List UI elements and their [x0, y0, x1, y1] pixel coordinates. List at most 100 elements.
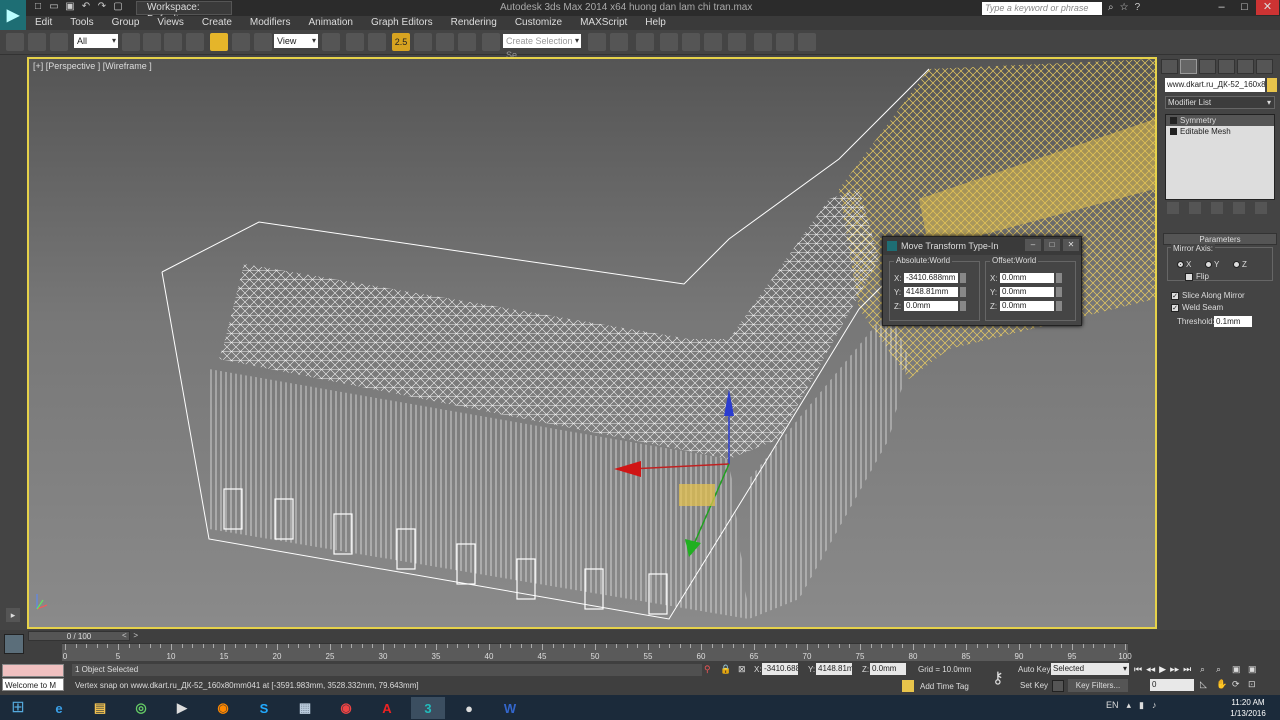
object-color-swatch[interactable] [1267, 78, 1277, 92]
display-tab-icon[interactable] [1237, 59, 1254, 74]
dialog-title-bar[interactable]: Move Transform Type-In – □ ✕ [883, 237, 1081, 255]
maxscript-listener-input[interactable] [2, 664, 64, 677]
stack-item-symmetry[interactable]: Symmetry [1166, 115, 1274, 126]
star-icon[interactable]: ☆ [1120, 2, 1129, 13]
rendered-frame-icon[interactable] [776, 33, 794, 51]
minimize-button[interactable]: – [1210, 0, 1233, 15]
key-icon[interactable]: ⚷ [992, 668, 1004, 688]
add-time-tag-button[interactable]: Add Time Tag [920, 682, 969, 691]
workspace-dropdown[interactable]: Workspace: Default [136, 1, 232, 25]
menu-rendering[interactable]: Rendering [442, 16, 506, 30]
pivot-center-icon[interactable] [322, 33, 340, 51]
remove-modifier-icon[interactable] [1233, 202, 1245, 214]
time-slider-arrows[interactable]: < > [122, 631, 138, 640]
offset-x-input[interactable]: 0.0mm [1000, 273, 1054, 283]
undo-icon[interactable]: ↶ [80, 1, 92, 13]
expand-icon[interactable]: ▸ [6, 608, 20, 622]
taskbar-ie-icon[interactable]: e [42, 697, 76, 719]
time-tag-icon[interactable] [902, 680, 914, 692]
keyboard-shortcut-icon[interactable] [368, 33, 386, 51]
configure-sets-icon[interactable] [1255, 202, 1267, 214]
track-bar[interactable]: 0 5 10 15 20 25 30 35 40 45 50 55 60 65 70 75 80 85 90 95 10… [62, 643, 1132, 661]
y-coordinate-field[interactable]: 4148.81mm [816, 663, 852, 675]
mirror-icon[interactable] [588, 33, 606, 51]
menu-edit[interactable]: Edit [26, 16, 61, 30]
offset-z-input[interactable]: 0.0mm [1000, 301, 1054, 311]
stack-item-editable-mesh[interactable]: Editable Mesh [1166, 126, 1274, 137]
absolute-y-input[interactable]: 4148.81mm [904, 287, 958, 297]
play-icon[interactable]: ▶ [1159, 664, 1166, 675]
taskbar-3dsmax-icon[interactable]: 3 [411, 697, 445, 719]
spinner-icon[interactable] [1056, 287, 1062, 297]
axis-z-radio[interactable]: Z [1233, 260, 1247, 269]
link-icon[interactable] [6, 33, 24, 51]
menu-create[interactable]: Create [193, 16, 241, 30]
rotate-icon[interactable] [232, 33, 250, 51]
taskbar-skype-icon[interactable]: S [247, 697, 281, 719]
taskbar-chrome-icon[interactable]: ◉ [329, 697, 363, 719]
weld-seam-checkbox[interactable]: ✓ Weld Seam [1171, 303, 1223, 312]
previous-frame-icon[interactable]: ◂◂ [1146, 664, 1155, 675]
slice-along-mirror-checkbox[interactable]: ✓ Slice Along Mirror [1171, 291, 1245, 300]
spinner-icon[interactable] [1056, 301, 1062, 311]
pan-icon[interactable]: ✋ [1216, 679, 1232, 690]
orbit-icon[interactable]: ⟳ [1232, 679, 1248, 690]
taskbar-utility-icon[interactable]: ◎ [124, 697, 158, 719]
ref-coord-dropdown[interactable]: View [274, 34, 318, 48]
menu-views[interactable]: Views [148, 16, 193, 30]
menu-group[interactable]: Group [103, 16, 149, 30]
language-indicator[interactable]: EN [1106, 700, 1119, 711]
select-object-icon[interactable] [122, 33, 140, 51]
z-coordinate-field[interactable]: 0.0mm [870, 663, 906, 675]
zoom-all-icon[interactable]: ⌕ [1216, 664, 1232, 675]
set-key-button[interactable]: Set Key [1020, 681, 1048, 690]
absolute-x-input[interactable]: -3410.688mm [904, 273, 958, 283]
binoculars-icon[interactable]: ⌕ [1108, 2, 1114, 13]
spinner-icon[interactable] [1056, 273, 1062, 283]
current-frame-field[interactable]: 0 [1150, 679, 1194, 691]
viewport-label[interactable]: [+] [Perspective ] [Wireframe ] [33, 61, 152, 71]
mini-listener-icon[interactable] [4, 634, 24, 654]
close-button[interactable]: ✕ [1256, 0, 1279, 15]
menu-graph-editors[interactable]: Graph Editors [362, 16, 442, 30]
redo-icon[interactable]: ↷ [96, 1, 108, 13]
spinner-icon[interactable] [960, 273, 966, 283]
menu-help[interactable]: Help [636, 16, 675, 30]
x-coordinate-field[interactable]: -3410.688 [762, 663, 798, 675]
isolate-icon[interactable]: ⚲ [704, 664, 711, 675]
angle-snap-icon[interactable] [414, 33, 432, 51]
zoom-extents-all-icon[interactable]: ▣ [1248, 664, 1264, 675]
maximize-button[interactable]: □ [1233, 0, 1256, 15]
maxscript-mini-listener[interactable]: Welcome to M [2, 678, 64, 691]
new-file-icon[interactable]: □ [32, 1, 44, 13]
lock-selection-icon[interactable]: 🔒 [720, 664, 731, 675]
modifier-list-dropdown[interactable]: Modifier List [1165, 96, 1275, 109]
system-clock[interactable]: 11:20 AM 1/13/2016 [1222, 697, 1274, 719]
taskbar-files-icon[interactable]: ▦ [288, 697, 322, 719]
maximize-viewport-icon[interactable]: ⊡ [1248, 679, 1264, 690]
modify-tab-icon[interactable] [1180, 59, 1197, 74]
open-file-icon[interactable]: ▭ [48, 1, 60, 13]
absolute-mode-icon[interactable]: ⊠ [738, 664, 746, 675]
percent-snap-icon[interactable] [436, 33, 454, 51]
perspective-viewport[interactable]: [+] [Perspective ] [Wireframe ] [27, 57, 1157, 629]
network-icon[interactable]: ▮ [1139, 700, 1144, 711]
taskbar-media-player-icon[interactable]: ▶ [165, 697, 199, 719]
selection-filter-dropdown[interactable]: All [74, 34, 118, 48]
volume-icon[interactable]: ♪ [1152, 700, 1157, 711]
offset-y-input[interactable]: 0.0mm [1000, 287, 1054, 297]
show-end-result-icon[interactable] [1189, 202, 1201, 214]
render-setup-icon[interactable] [754, 33, 772, 51]
axis-y-radio[interactable]: Y [1205, 260, 1219, 269]
auto-key-button[interactable]: Auto Key [1018, 665, 1050, 674]
move-icon[interactable] [210, 33, 228, 51]
dialog-minimize-button[interactable]: – [1025, 239, 1041, 251]
menu-modifiers[interactable]: Modifiers [241, 16, 300, 30]
graphite-ribbon-icon[interactable] [660, 33, 678, 51]
menu-tools[interactable]: Tools [61, 16, 102, 30]
next-frame-icon[interactable]: ▸▸ [1170, 664, 1179, 675]
scale-icon[interactable] [254, 33, 272, 51]
pin-stack-icon[interactable] [1167, 202, 1179, 214]
make-unique-icon[interactable] [1211, 202, 1223, 214]
snaps-toggle-button[interactable]: 2.5 [392, 33, 410, 51]
